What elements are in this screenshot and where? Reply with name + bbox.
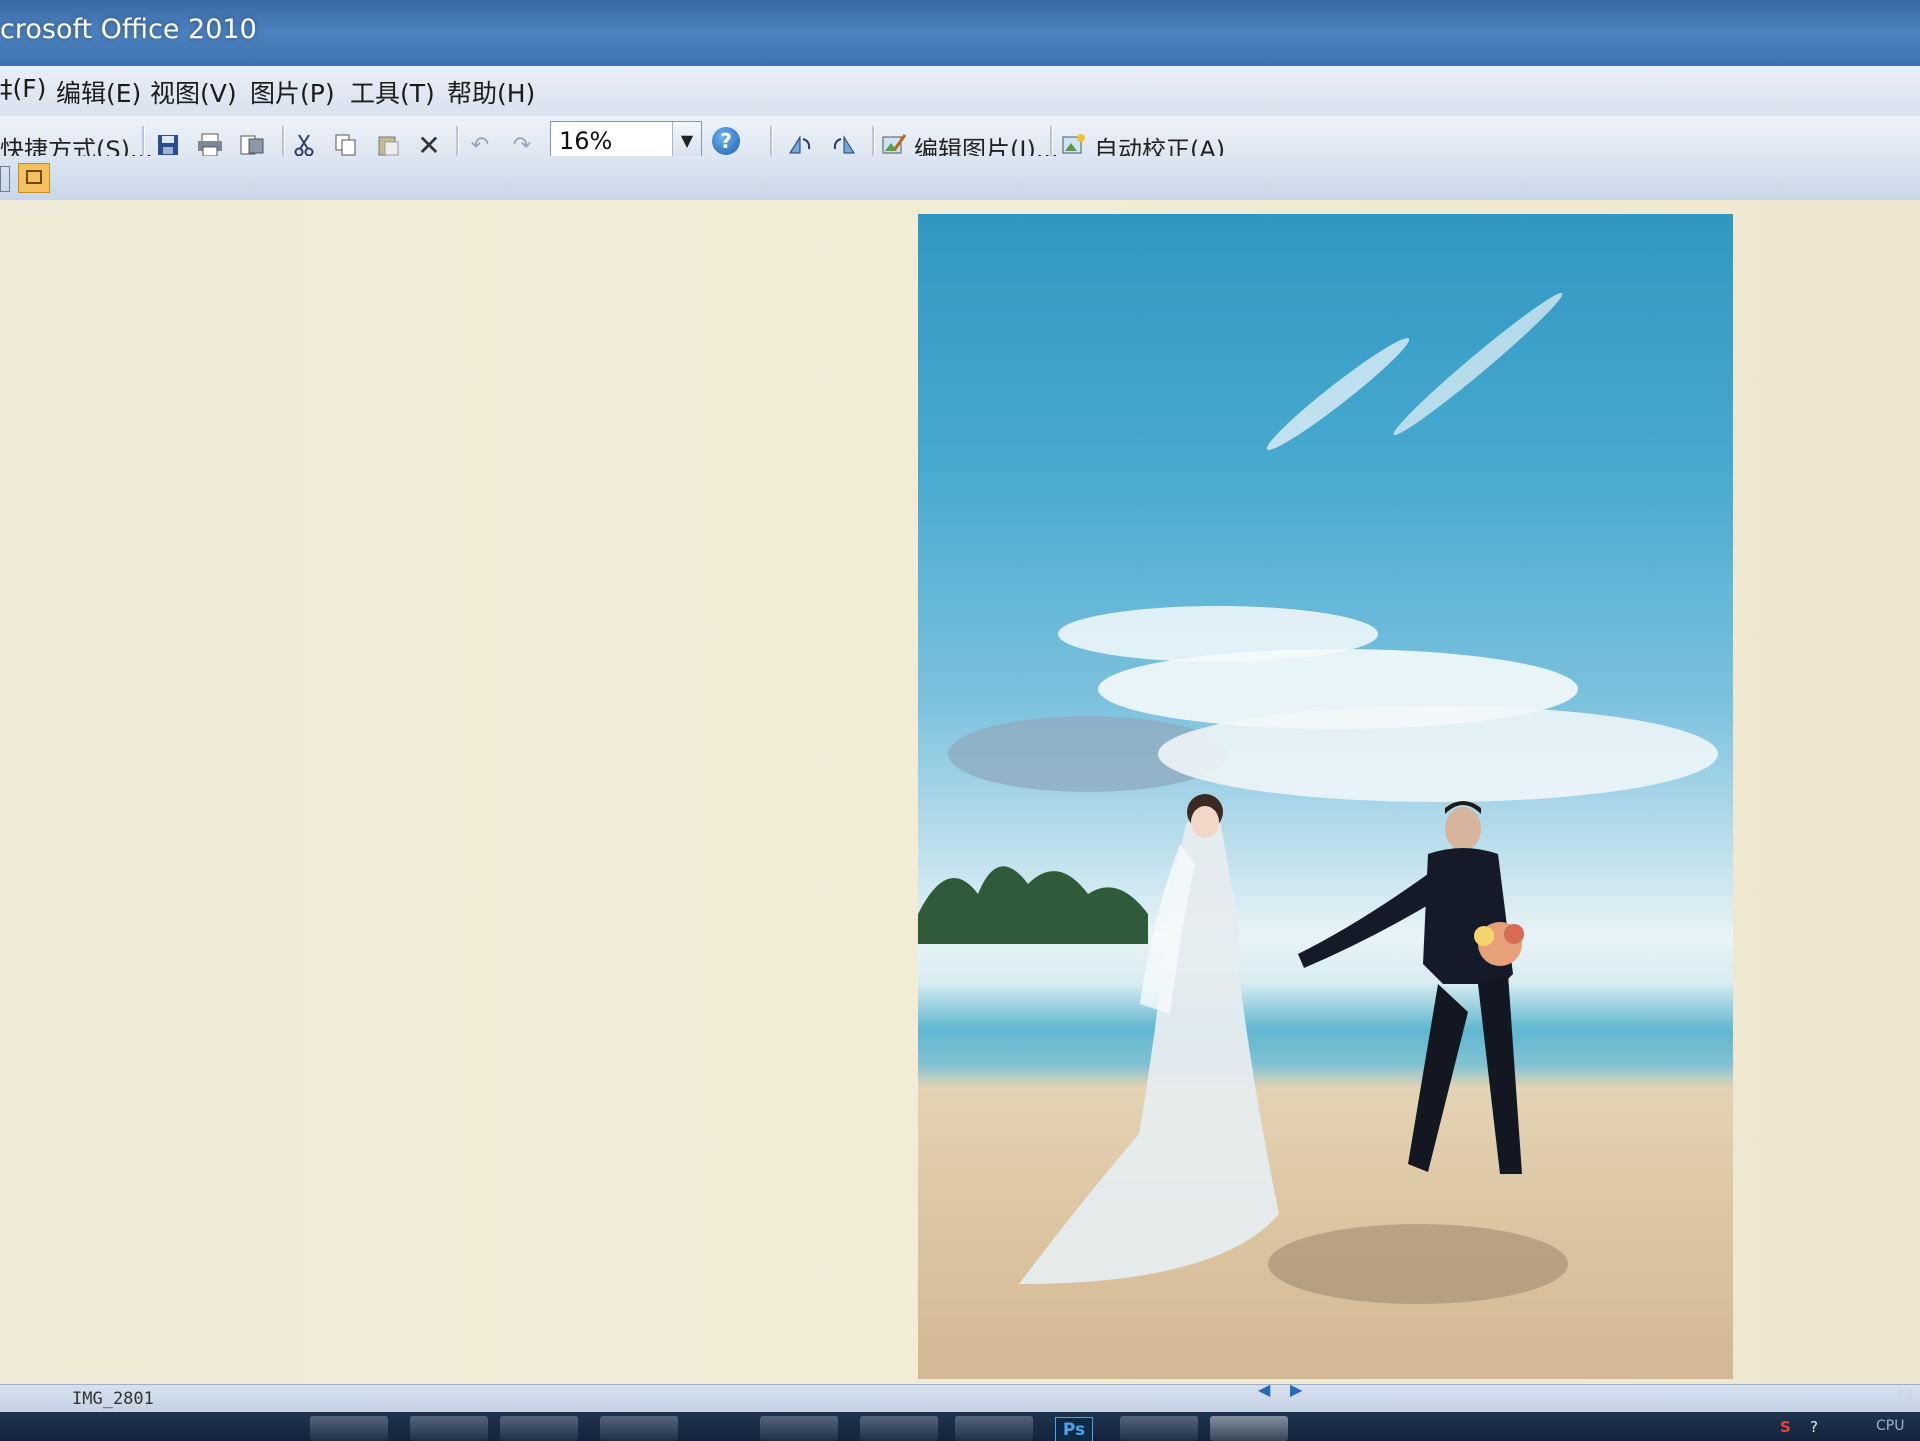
rotate-right-icon[interactable] [830,131,858,159]
view-strip [0,156,1920,200]
taskbar-app-chrome[interactable] [955,1416,1033,1441]
taskbar-app-folder[interactable] [310,1416,388,1441]
input-method-icon[interactable]: S [1780,1418,1791,1436]
displayed-photo [918,214,1733,1379]
print-preview-icon[interactable] [238,131,266,159]
auto-correct-icon [1060,131,1088,159]
taskbar-app-browser-2[interactable] [760,1416,838,1441]
undo-icon[interactable]: ↶ [466,131,494,159]
taskbar-app-explorer[interactable] [1120,1416,1198,1441]
taskbar-app-picture-manager[interactable] [1210,1416,1288,1441]
panel-toggle[interactable] [0,166,10,192]
taskbar-app-chat[interactable] [600,1416,678,1441]
menu-bar: ‡(F) 编辑(E) 视图(V) 图片(P) 工具(T) 帮助(H) [0,66,1920,117]
menu-view[interactable]: 视图(V) [150,74,237,110]
rotate-left-icon[interactable] [786,131,814,159]
paste-icon[interactable] [374,131,402,159]
menu-edit[interactable]: 编辑(E) [56,74,141,110]
print-icon[interactable] [196,131,224,159]
zoom-value: 16% [559,127,613,155]
menu-file[interactable]: ‡(F) [0,74,46,103]
status-filename: IMG_2801 [72,1389,154,1409]
previous-picture-icon[interactable]: ◀ [1258,1380,1270,1399]
screen: crosoft Office 2010 ‡(F) 编辑(E) 视图(V) 图片(… [0,0,1920,1441]
title-bar: crosoft Office 2010 [0,0,1920,72]
chevron-down-icon[interactable]: ▼ [672,122,701,158]
menu-help[interactable]: 帮助(H) [447,74,535,110]
window-title: crosoft Office 2010 [0,14,257,45]
taskbar-app-media[interactable] [410,1416,488,1441]
taskbar-app-browser[interactable] [500,1416,578,1441]
help-icon[interactable]: ? [712,127,740,155]
menu-tools[interactable]: 工具(T) [350,74,435,110]
next-picture-icon[interactable]: ▶ [1290,1380,1302,1399]
single-picture-view-icon[interactable] [18,163,50,193]
cut-icon[interactable] [290,131,318,159]
redo-icon[interactable]: ↷ [508,131,536,159]
save-icon[interactable] [154,131,182,159]
taskbar-app-qq[interactable] [860,1416,938,1441]
zoom-select[interactable]: 16% ▼ [550,121,702,159]
tray-cpu-label: CPU [1876,1418,1905,1434]
tray-help-icon[interactable]: ? [1810,1418,1818,1436]
edit-picture-icon [880,131,908,159]
copy-icon[interactable] [332,131,360,159]
photo-drawing [918,292,1718,1304]
menu-picture[interactable]: 图片(P) [250,74,335,110]
delete-icon[interactable]: ✕ [415,129,443,162]
photoshop-icon[interactable]: Ps [1055,1417,1093,1441]
tray-clock: 49 [1896,1388,1914,1404]
